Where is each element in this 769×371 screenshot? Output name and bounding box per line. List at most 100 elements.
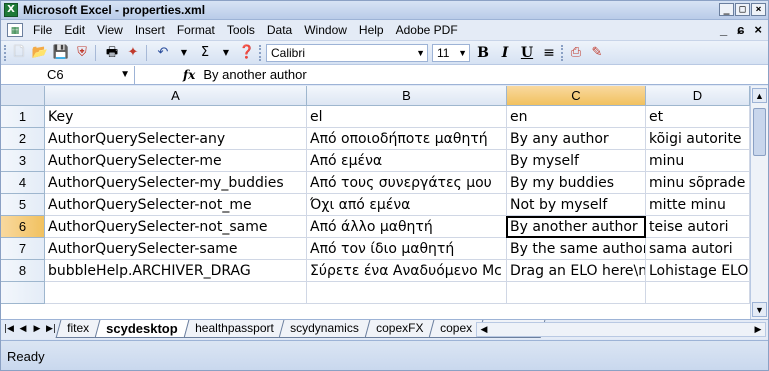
row-header[interactable]: 4	[1, 172, 45, 194]
cell-b6[interactable]: Από άλλο μαθητή	[307, 216, 507, 238]
cell-d5[interactable]: mitte minu	[646, 194, 750, 216]
scroll-right-icon[interactable]: ▶	[751, 323, 765, 336]
save-icon[interactable]: 💾	[52, 44, 70, 62]
cell-c1[interactable]: en	[507, 106, 646, 128]
vertical-scroll-thumb[interactable]	[753, 108, 766, 156]
undo-icon[interactable]: ↶	[154, 44, 172, 62]
font-name-select[interactable]: Calibri ▼	[266, 43, 428, 62]
insert-function-icon[interactable]: fx	[183, 68, 195, 82]
cell-a5[interactable]: AuthorQuerySelecter-not_me	[45, 194, 307, 216]
cell-c3[interactable]: By myself	[507, 150, 646, 172]
cell-b3[interactable]: Από εμένα	[307, 150, 507, 172]
menu-tools[interactable]: Tools	[227, 23, 255, 37]
cell-b7[interactable]: Από τον ίδιο μαθητή	[307, 238, 507, 260]
workbook-restore-button[interactable]: ɕ	[737, 22, 744, 37]
chevron-down-icon[interactable]: ▼	[120, 66, 130, 84]
prev-sheet-icon[interactable]: ◀	[17, 322, 29, 336]
cell-d6[interactable]: teise autori	[646, 216, 750, 238]
pdf-convert-icon[interactable]: ⎙	[567, 44, 585, 62]
toolbar-grip[interactable]	[4, 44, 7, 61]
toolbar-grip[interactable]	[259, 44, 262, 61]
cell-a7[interactable]: AuthorQuerySelecter-same	[45, 238, 307, 260]
cell-d1[interactable]: et	[646, 106, 750, 128]
workbook-close-button[interactable]: ×	[754, 22, 762, 37]
sheet-tab-scydesktop[interactable]: scydesktop	[94, 320, 189, 338]
row-header[interactable]	[1, 282, 45, 304]
row-header[interactable]: 6	[1, 216, 45, 238]
undo-dropdown-icon[interactable]: ▼	[175, 44, 193, 62]
menu-adobe-pdf[interactable]: Adobe PDF	[396, 23, 458, 37]
cell-c9[interactable]	[507, 282, 646, 304]
menu-help[interactable]: Help	[359, 23, 384, 37]
excel-app-icon[interactable]: X	[4, 3, 18, 17]
maximize-button[interactable]: □	[735, 3, 750, 16]
align-left-icon[interactable]: ≡	[540, 44, 558, 62]
scroll-up-icon[interactable]: ▲	[752, 88, 767, 103]
autosum-icon[interactable]: Σ	[196, 44, 214, 62]
help-icon[interactable]: ❓	[238, 44, 256, 62]
cell-b1[interactable]: el	[307, 106, 507, 128]
minimize-button[interactable]: _	[719, 3, 734, 16]
cell-a4[interactable]: AuthorQuerySelecter-my_buddies	[45, 172, 307, 194]
first-sheet-icon[interactable]: |◀	[3, 322, 15, 336]
underline-button[interactable]: U	[518, 44, 536, 62]
pdf-review-icon[interactable]: ✎	[588, 44, 606, 62]
horizontal-scrollbar[interactable]: ◀ ▶	[476, 322, 766, 337]
workbook-minimize-button[interactable]: _	[720, 22, 727, 37]
row-header[interactable]: 7	[1, 238, 45, 260]
cell-a3[interactable]: AuthorQuerySelecter-me	[45, 150, 307, 172]
row-header[interactable]: 5	[1, 194, 45, 216]
vertical-scrollbar[interactable]: ▲ ▼	[750, 86, 768, 319]
menu-file[interactable]: File	[33, 23, 52, 37]
sheet-tab-fitex[interactable]: fitex	[55, 320, 101, 338]
italic-button[interactable]: I	[496, 44, 514, 62]
cell-a2[interactable]: AuthorQuerySelecter-any	[45, 128, 307, 150]
column-header-d[interactable]: D	[646, 86, 750, 106]
cell-c8[interactable]: Drag an ELO here\n	[507, 260, 646, 282]
new-icon[interactable]: 🗋	[10, 44, 28, 62]
workbook-icon[interactable]: ▦	[7, 23, 23, 37]
row-header[interactable]: 3	[1, 150, 45, 172]
cell-d4[interactable]: minu sõprade	[646, 172, 750, 194]
menu-view[interactable]: View	[97, 23, 123, 37]
open-icon[interactable]: 📂	[31, 44, 49, 62]
column-header-b[interactable]: B	[307, 86, 507, 106]
column-header-c[interactable]: C	[507, 86, 646, 106]
cell-a6[interactable]: AuthorQuerySelecter-not_same	[45, 216, 307, 238]
menu-window[interactable]: Window	[304, 23, 347, 37]
scroll-left-icon[interactable]: ◀	[477, 323, 491, 336]
sheet-tab-healthpassport[interactable]: healthpassport	[183, 320, 285, 338]
scroll-down-icon[interactable]: ▼	[752, 302, 767, 317]
cell-b8[interactable]: Σύρετε ένα Αναδυόμενο Mc	[307, 260, 507, 282]
cell-a9[interactable]	[45, 282, 307, 304]
cell-c5[interactable]: Not by myself	[507, 194, 646, 216]
cell-c6-selected[interactable]: By another author	[506, 216, 646, 238]
cell-d8[interactable]: Lohistage ELO s	[646, 260, 750, 282]
close-button[interactable]: ×	[751, 3, 766, 16]
cell-a1[interactable]: Key	[45, 106, 307, 128]
formula-input[interactable]: By another author	[203, 67, 306, 82]
row-header[interactable]: 2	[1, 128, 45, 150]
cell-d9[interactable]	[646, 282, 750, 304]
cell-d7[interactable]: sama autori	[646, 238, 750, 260]
cell-c7[interactable]: By the same author	[507, 238, 646, 260]
name-box[interactable]: C6 ▼	[1, 65, 135, 84]
select-all-corner[interactable]	[1, 86, 45, 106]
toolbar-grip[interactable]	[561, 44, 564, 61]
cell-b5[interactable]: Όχι από εμένα	[307, 194, 507, 216]
cell-d3[interactable]: minu	[646, 150, 750, 172]
cell-b2[interactable]: Από οποιοδήποτε μαθητή	[307, 128, 507, 150]
print-icon[interactable]: 🖶	[103, 44, 121, 62]
menu-edit[interactable]: Edit	[64, 23, 85, 37]
sheet-tab-copexfx[interactable]: copexFX	[364, 320, 435, 338]
row-header[interactable]: 8	[1, 260, 45, 282]
autosum-dropdown-icon[interactable]: ▼	[217, 44, 235, 62]
permission-icon[interactable]: ⛨	[73, 44, 91, 62]
last-sheet-icon[interactable]: ▶|	[45, 322, 57, 336]
row-header[interactable]: 1	[1, 106, 45, 128]
cell-c4[interactable]: By my buddies	[507, 172, 646, 194]
font-size-select[interactable]: 11 ▼	[432, 43, 470, 62]
menu-format[interactable]: Format	[177, 23, 215, 37]
next-sheet-icon[interactable]: ▶	[31, 322, 43, 336]
menu-insert[interactable]: Insert	[135, 23, 165, 37]
